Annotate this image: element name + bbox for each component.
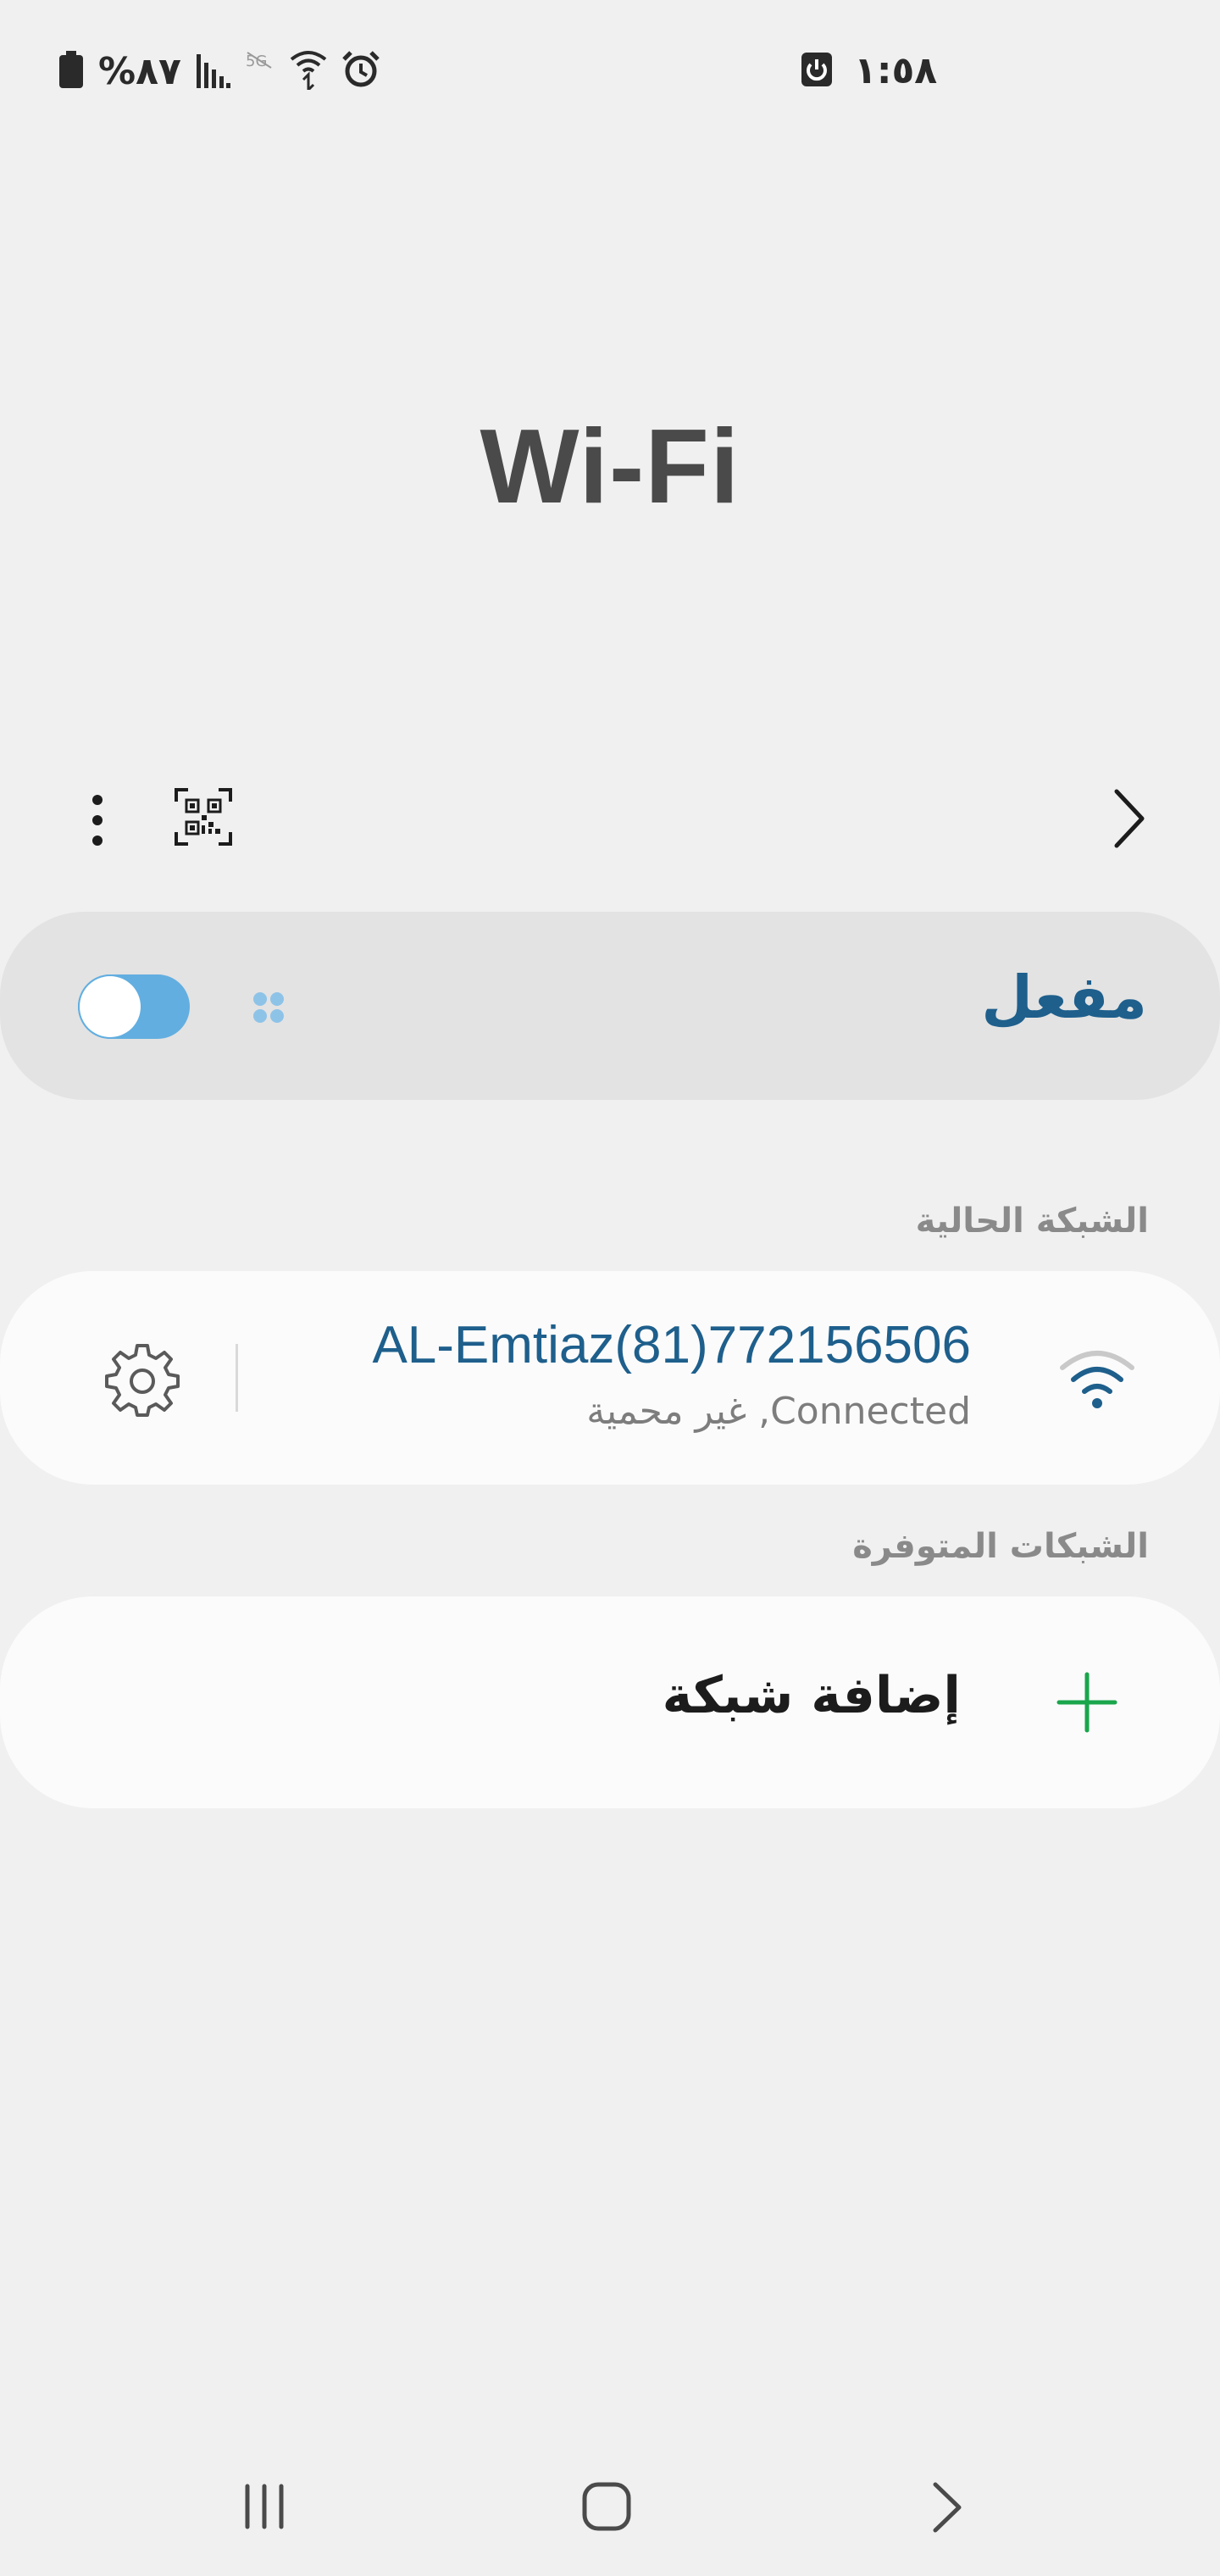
recents-icon: [245, 2484, 284, 2529]
home-icon: [582, 2482, 631, 2531]
recents-button[interactable]: [239, 2481, 290, 2532]
add-network-item[interactable]: إضافة شبكة: [0, 1596, 1220, 1808]
wifi-status-icon: [290, 49, 327, 93]
wifi-toggle-row[interactable]: مفعل: [0, 912, 1220, 1100]
clock: ١:٥٨: [854, 49, 938, 92]
signal-icon: [196, 51, 230, 92]
network-name: AL-Emtiaz(81)772156506: [372, 1316, 971, 1374]
battery-icon: [59, 51, 83, 92]
page-title: Wi-Fi: [480, 408, 740, 525]
screen-record-icon: [801, 52, 832, 90]
add-network-label: إضافة شبكة: [662, 1666, 961, 1725]
back-button[interactable]: [1101, 785, 1152, 852]
qr-code-button[interactable]: [175, 788, 232, 846]
available-networks-header: الشبكات المتوفرة: [852, 1527, 1149, 1566]
back-chevron-icon: [1114, 789, 1145, 848]
toolbar: [0, 780, 1220, 856]
network-status: غير محمية ,Connected: [586, 1390, 971, 1433]
battery-percent: %٨٧: [98, 49, 181, 93]
current-network-header: الشبكة الحالية: [915, 1202, 1149, 1241]
status-bar-left: %٨٧ 5G: [59, 49, 380, 93]
item-divider: [236, 1344, 238, 1412]
nearby-scan-icon: [253, 992, 284, 1023]
home-button[interactable]: [580, 2479, 634, 2534]
nav-back-button[interactable]: [925, 2478, 969, 2537]
svg-text:5G: 5G: [246, 53, 267, 70]
wifi-switch[interactable]: [78, 974, 190, 1039]
more-options-button[interactable]: [76, 786, 119, 854]
alarm-icon: [342, 51, 380, 92]
wifi-signal-icon: [1060, 1351, 1134, 1408]
navigation-bar: [0, 2457, 1220, 2542]
switch-knob: [80, 976, 141, 1037]
status-bar-right: ١:٥٨: [801, 49, 937, 92]
gear-icon: [105, 1344, 180, 1417]
wifi-toggle-label: مفعل: [981, 963, 1147, 1032]
network-settings-button[interactable]: [105, 1344, 180, 1418]
plus-icon: [1056, 1672, 1117, 1733]
qr-code-icon: [175, 788, 232, 846]
wifi-settings-screen: %٨٧ 5G ١:٥٨ Wi-Fi مفعل الشبكة الحالية AL…: [0, 0, 1220, 2576]
current-network-item[interactable]: AL-Emtiaz(81)772156506 غير محمية ,Connec…: [0, 1271, 1220, 1485]
more-options-icon: [92, 795, 103, 846]
data-off-icon: 5G: [246, 51, 274, 92]
nav-back-icon: [933, 2482, 962, 2533]
status-bar: %٨٧ 5G ١:٥٨: [0, 0, 1220, 144]
